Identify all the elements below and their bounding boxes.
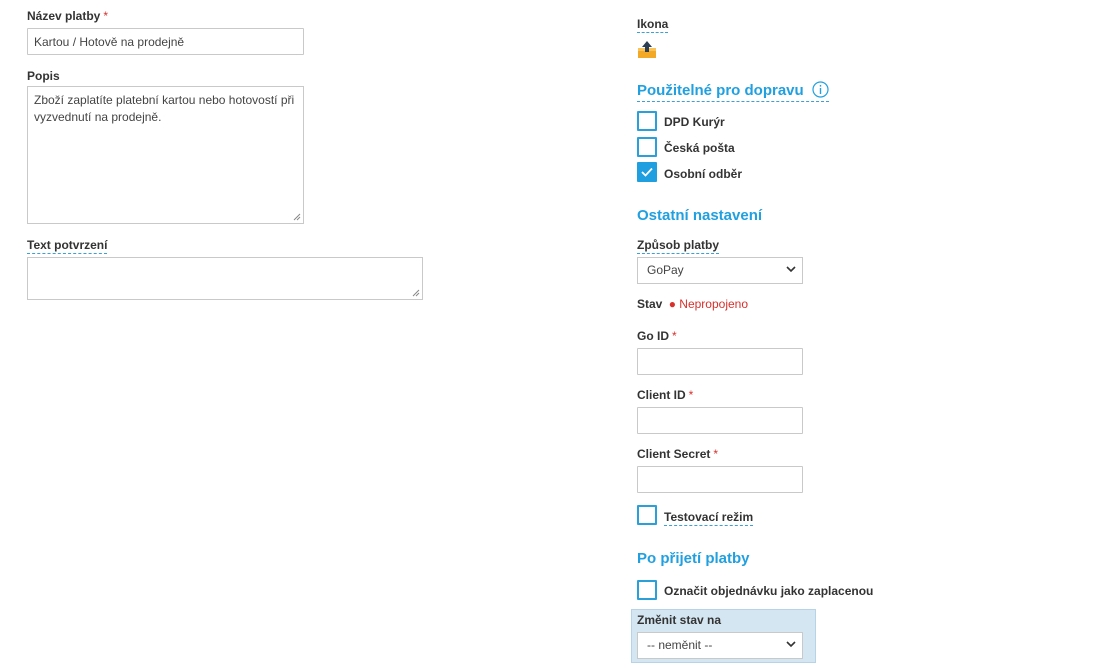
status-label: Stav <box>637 297 663 311</box>
client-id-label: Client ID * <box>637 388 694 402</box>
payment-method-label: Způsob platby <box>637 238 719 254</box>
shipping-section-title: Použitelné pro dopravu <box>637 81 829 102</box>
client-id-input[interactable] <box>637 407 803 434</box>
change-status-label: Změnit stav na <box>637 613 722 627</box>
description-label: Popis <box>27 69 60 83</box>
checkbox-ceska-posta-label[interactable]: Česká pošta <box>664 141 735 155</box>
description-textarea[interactable]: Zboží zaplatíte platební kartou nebo hot… <box>27 86 304 224</box>
payment-method-select[interactable]: GoPay <box>637 257 803 284</box>
status-dot-icon: ● <box>668 297 676 311</box>
confirmation-text-textarea[interactable] <box>27 257 423 300</box>
resize-grip-icon[interactable] <box>412 289 420 297</box>
checkbox-mark-paid[interactable] <box>637 580 657 600</box>
checkbox-dpd[interactable] <box>637 111 657 131</box>
payment-name-label: Název platby * <box>27 9 109 23</box>
checkbox-ceska-posta[interactable] <box>637 137 657 157</box>
icon-label: Ikona <box>637 17 669 33</box>
checkbox-mark-paid-label[interactable]: Označit objednávku jako zaplacenou <box>664 584 873 598</box>
checkbox-test-mode[interactable] <box>637 505 657 525</box>
chevron-down-icon <box>786 266 796 273</box>
confirmation-text-label: Text potvrzení <box>27 238 108 254</box>
client-secret-label: Client Secret * <box>637 447 719 461</box>
checkbox-dpd-label[interactable]: DPD Kurýr <box>664 115 725 129</box>
change-status-select[interactable]: -- neměnit -- <box>637 632 803 659</box>
checkmark-icon <box>641 167 653 177</box>
goid-label: Go ID * <box>637 329 677 343</box>
payment-name-input[interactable]: Kartou / Hotově na prodejně <box>27 28 304 55</box>
checkbox-test-mode-label[interactable]: Testovací režim <box>664 510 754 526</box>
status-row: Stav ● Nepropojeno <box>637 297 748 311</box>
status-value: Nepropojeno <box>679 297 749 311</box>
checkbox-osobni-odber[interactable] <box>637 162 657 182</box>
resize-grip-icon[interactable] <box>293 213 301 221</box>
chevron-down-icon <box>786 641 796 648</box>
client-secret-input[interactable] <box>637 466 803 493</box>
upload-box-icon[interactable] <box>637 40 657 59</box>
goid-input[interactable] <box>637 348 803 375</box>
info-icon[interactable] <box>812 81 829 98</box>
checkbox-osobni-odber-label[interactable]: Osobní odběr <box>664 167 742 181</box>
after-payment-title: Po přijetí platby <box>637 550 750 567</box>
other-settings-title: Ostatní nastavení <box>637 207 763 224</box>
